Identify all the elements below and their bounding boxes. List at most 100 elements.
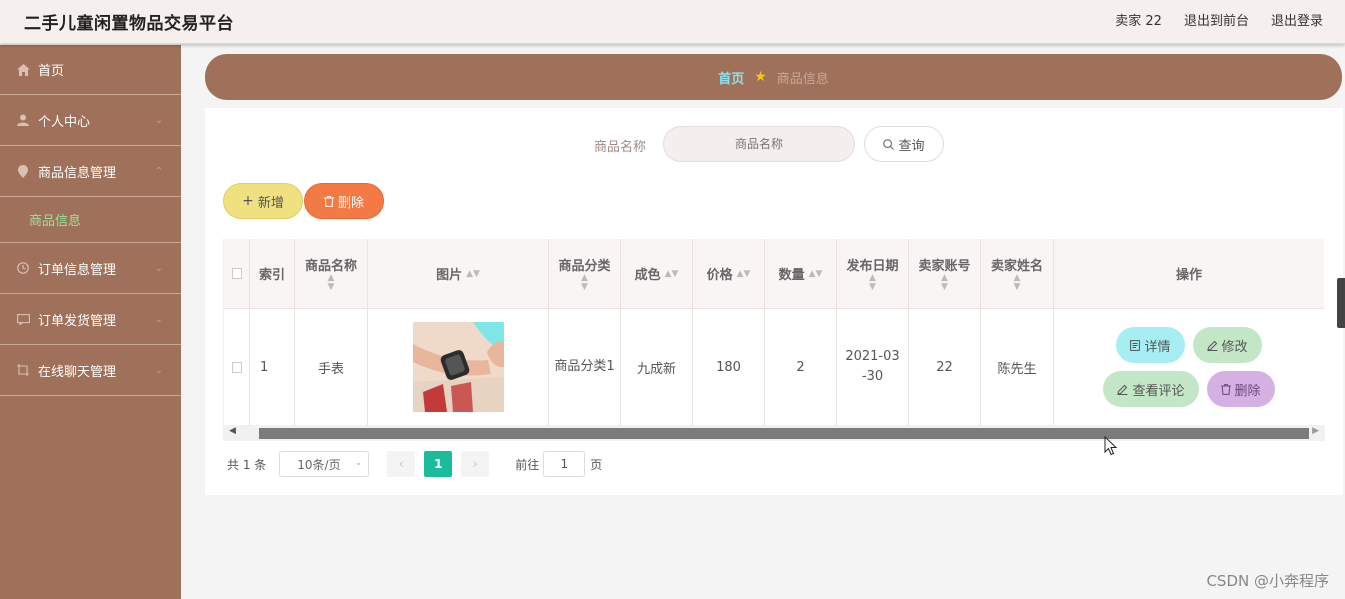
sidebar: 首页 个人中心 ⌄ 商品信息管理 ⌃ 商品信息 订单信息管理 ⌄ 订单发货管理 … [0, 45, 181, 599]
row-delete-button[interactable]: 删除 [1206, 371, 1275, 407]
checkbox[interactable] [231, 268, 242, 279]
scrollbar-thumb[interactable] [259, 428, 1309, 439]
back-to-front-link[interactable]: 退出到前台 [1184, 10, 1249, 29]
checkbox[interactable] [231, 361, 242, 373]
operation-row: 查看评论 删除 [1103, 371, 1275, 407]
next-page-button[interactable]: › [461, 451, 490, 477]
scroll-left-icon[interactable]: ◀ [229, 426, 236, 436]
sort-icon[interactable]: ▲▼ [809, 269, 823, 279]
breadcrumb-home[interactable]: 首页 [718, 68, 744, 87]
operation-row: 详情 修改 [1116, 327, 1262, 363]
sidebar-item-label: 订单发货管理 [38, 313, 117, 329]
prev-page-button[interactable]: ‹ [387, 451, 416, 477]
current-user-label: 卖家 22 [1115, 14, 1162, 29]
sidebar-item-personal[interactable]: 个人中心 ⌄ [0, 95, 181, 146]
sort-icon[interactable]: ▲▼ [581, 274, 588, 292]
sidebar-item-label: 在线聊天管理 [38, 364, 117, 380]
cell-category: 商品分类1 [549, 309, 621, 425]
logout-link[interactable]: 退出登录 [1271, 10, 1323, 29]
page-suffix: 页 [590, 457, 603, 472]
chevron-down-icon: ⌄ [154, 365, 163, 376]
sidebar-item-label: 订单信息管理 [38, 262, 117, 278]
add-button-label: 新增 [257, 195, 284, 211]
sidebar-item-label: 商品信息管理 [38, 165, 117, 181]
goods-table: 索引 商品名称 ▲ ▼ 图片 ▲▼ 商品分类 ▲ ▼ 成色 ▲▼ 价格 ▲▼ 数量 ▲▼ 发布日… [223, 239, 1325, 425]
chevron-down-icon: ⌄ [154, 314, 163, 325]
header-name[interactable]: 商品名称 ▲ ▼ [295, 239, 368, 308]
add-button[interactable]: + 新增 [223, 183, 303, 219]
view-comments-button[interactable]: 查看评论 [1103, 371, 1199, 407]
sort-icon[interactable]: ▲▼ [466, 269, 480, 279]
sort-icon[interactable]: ▲▼ [941, 274, 948, 292]
cell-image [368, 309, 549, 425]
header-category[interactable]: 商品分类 ▲ ▼ [549, 239, 621, 308]
pencil-icon [1206, 340, 1218, 351]
home-icon [16, 63, 30, 77]
scroll-right-icon[interactable]: ▶ [1312, 426, 1319, 436]
header-quantity[interactable]: 数量 ▲▼ [765, 239, 837, 308]
sidebar-item-shipping[interactable]: 订单发货管理 ⌄ [0, 294, 181, 345]
page-size-select[interactable]: 10条/页 ⌄ [279, 451, 370, 477]
header-image[interactable]: 图片 ▲▼ [368, 239, 549, 308]
breadcrumb-current: 商品信息 [776, 71, 829, 87]
header-date[interactable]: 发布日期 ▲ ▼ [837, 239, 909, 308]
pencil-icon [1117, 384, 1128, 395]
edit-button[interactable]: 修改 [1192, 327, 1262, 363]
search-label: 商品名称 [594, 140, 647, 155]
row-select[interactable] [224, 309, 250, 425]
total-count: 共 1 条 [227, 457, 267, 472]
plus-icon: + [242, 193, 254, 209]
trash-icon [1220, 383, 1231, 395]
sidebar-item-chat[interactable]: 在线聊天管理 ⌄ [0, 345, 181, 396]
clock-icon [16, 261, 30, 275]
sidebar-item-home[interactable]: 首页 [0, 45, 181, 95]
delete-button-label: 删除 [337, 195, 364, 211]
sort-icon[interactable]: ▲▼ [1014, 274, 1021, 292]
header-condition[interactable]: 成色 ▲▼ [621, 239, 693, 308]
header-select-all[interactable] [224, 239, 250, 308]
header-price[interactable]: 价格 ▲▼ [693, 239, 765, 308]
batch-delete-button[interactable]: 删除 [304, 183, 384, 219]
message-icon [16, 312, 30, 326]
sidebar-subitem-goods-info[interactable]: 商品信息 [0, 197, 181, 243]
pagination: 共 1 条 10条/页 ⌄ ‹ 1 › 前往 页 [227, 451, 602, 477]
watermark: CSDN @小奔程序 [1206, 572, 1329, 590]
sort-icon[interactable]: ▲▼ [737, 269, 751, 279]
crop-icon [16, 363, 30, 377]
horizontal-scrollbar[interactable]: ◀ ▶ [223, 425, 1325, 441]
side-drawer-handle[interactable] [1337, 278, 1345, 328]
cell-price: 180 [693, 309, 765, 425]
detail-button[interactable]: 详情 [1116, 327, 1185, 363]
app-title: 二手儿童闲置物品交易平台 [24, 14, 234, 34]
breadcrumb: 首页 ★ 商品信息 [205, 54, 1342, 100]
search-button[interactable]: 查询 [864, 126, 944, 162]
sort-icon[interactable]: ▲▼ [869, 274, 876, 292]
header-seller-name[interactable]: 卖家姓名 ▲ ▼ [981, 239, 1054, 308]
cell-seller-name: 陈先生 [981, 309, 1054, 425]
sidebar-item-orders[interactable]: 订单信息管理 ⌄ [0, 243, 181, 294]
product-image[interactable] [412, 322, 504, 412]
page-number-current[interactable]: 1 [424, 451, 453, 477]
header-operations: 操作 [1175, 268, 1202, 283]
user-icon [16, 113, 30, 127]
sort-icon[interactable]: ▲▼ [328, 274, 335, 292]
table-row: 1 手表 商品分类1 九成新 180 2 2021-03-30 22 陈先生 详… [224, 309, 1324, 425]
header-index: 索引 [250, 239, 295, 308]
search-input[interactable] [663, 126, 855, 162]
header-seller-account[interactable]: 卖家账号 ▲ ▼ [909, 239, 981, 308]
top-header: 二手儿童闲置物品交易平台 卖家 22 退出到前台 退出登录 [0, 0, 1345, 44]
search-button-label: 查询 [898, 138, 925, 154]
header-links: 卖家 22 退出到前台 退出登录 [1115, 10, 1323, 29]
chevron-down-icon: ⌄ [354, 458, 363, 468]
sort-icon[interactable]: ▲▼ [665, 269, 679, 279]
chevron-down-icon: ⌄ [154, 263, 163, 274]
cell-operations: 详情 修改 查看评论 删除 [1054, 309, 1324, 425]
cell-condition: 九成新 [621, 309, 693, 425]
table-header: 索引 商品名称 ▲ ▼ 图片 ▲▼ 商品分类 ▲ ▼ 成色 ▲▼ 价格 ▲▼ 数量 ▲▼ 发布日… [224, 239, 1324, 309]
sidebar-item-label: 首页 [38, 64, 65, 79]
cell-quantity: 2 [765, 309, 837, 425]
sidebar-item-goods[interactable]: 商品信息管理 ⌃ [0, 146, 181, 197]
goto-page-input[interactable] [543, 451, 586, 477]
cell-name: 手表 [295, 309, 368, 425]
operation-buttons: 详情 修改 查看评论 删除 [1103, 327, 1275, 407]
